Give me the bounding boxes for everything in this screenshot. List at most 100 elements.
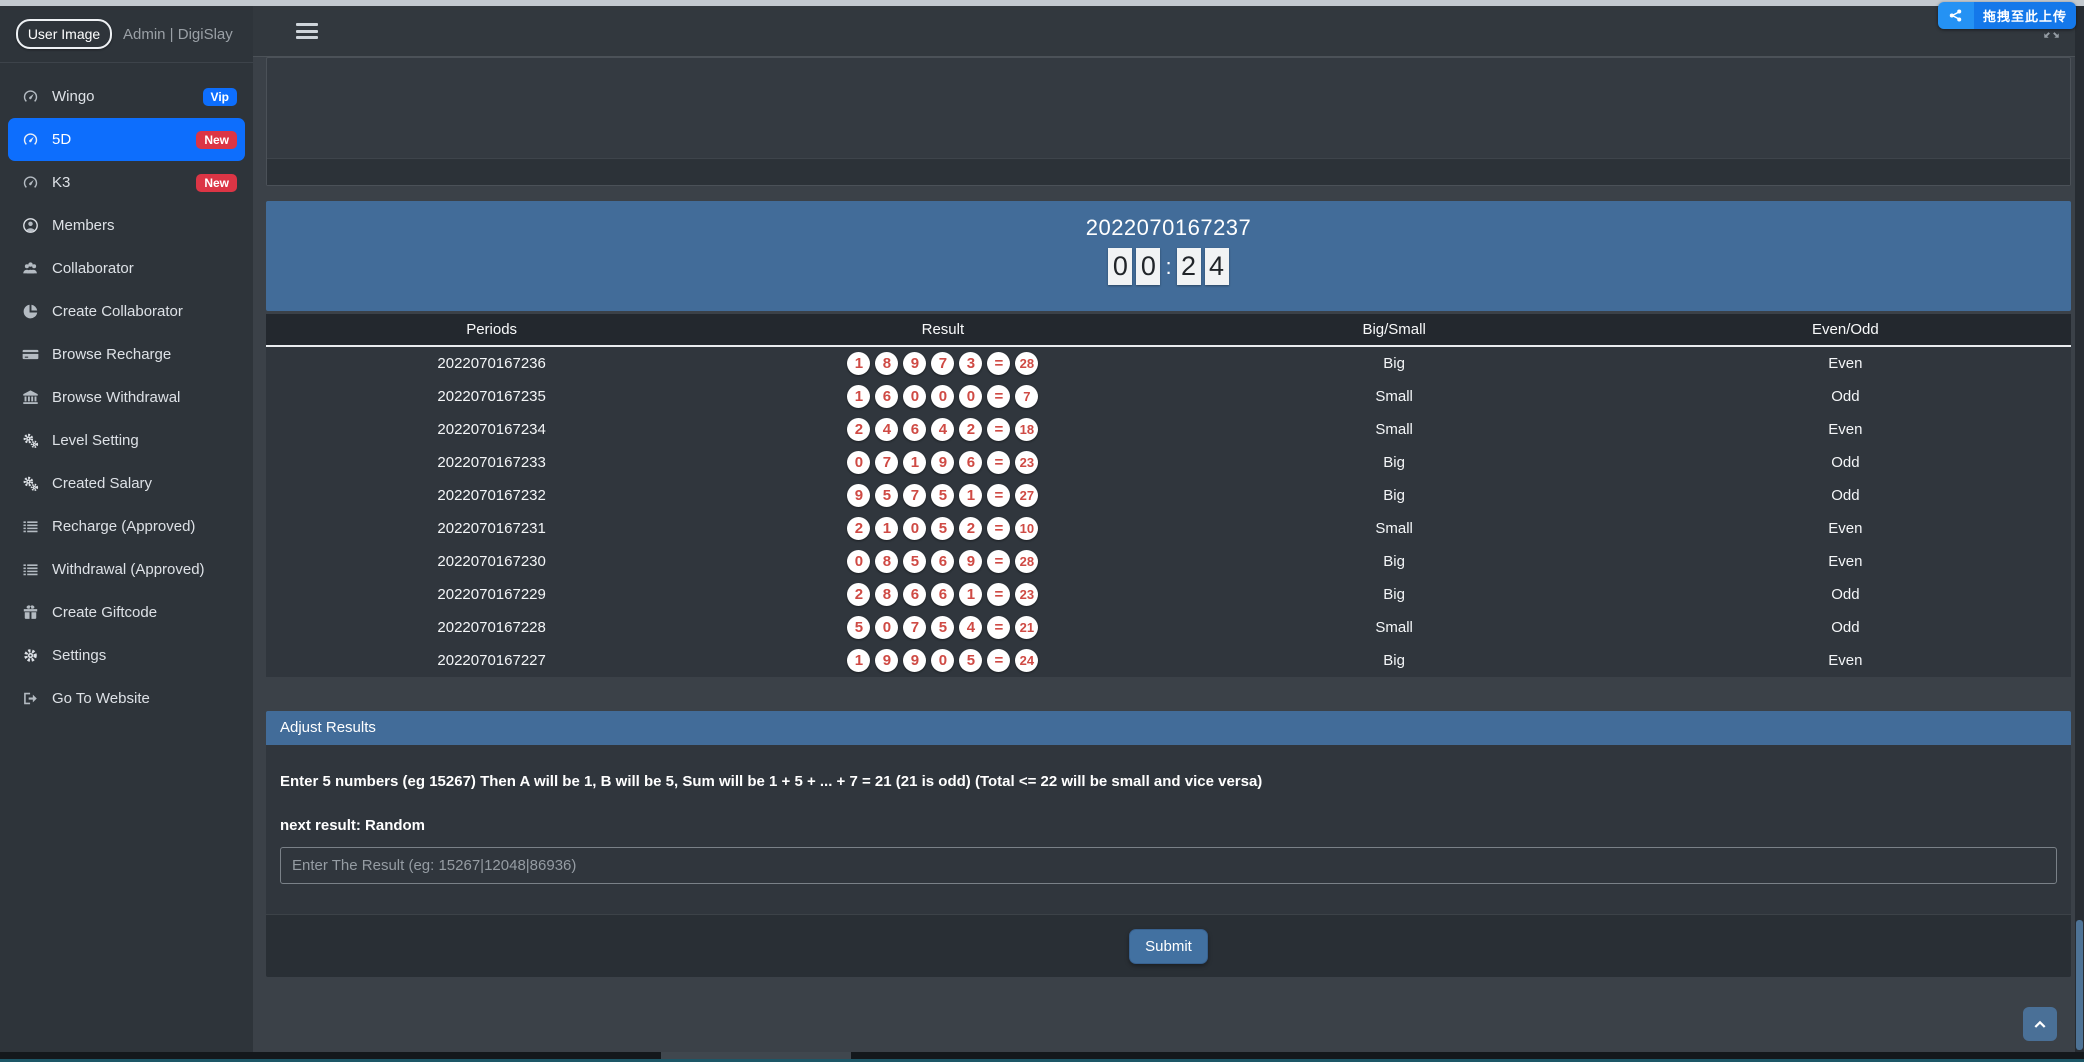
table-row: 2022070167234 2 4 6 4 2 = 18 Small Even [266, 413, 2071, 446]
horizontal-scrollbar-thumb[interactable] [661, 1052, 851, 1059]
result-ball: 9 [903, 649, 926, 672]
vertical-scrollbar[interactable] [2075, 6, 2084, 1052]
result-ball: 0 [959, 385, 982, 408]
sum-ball: 28 [1015, 550, 1038, 573]
cell-even-odd: Odd [1620, 586, 2071, 603]
cell-even-odd: Even [1620, 652, 2071, 669]
sidebar-item-go-to-website[interactable]: Go To Website [8, 677, 245, 720]
sidebar-item-k3[interactable]: K3 New [8, 161, 245, 204]
result-ball: 7 [903, 484, 926, 507]
cell-period: 2022070167233 [266, 454, 717, 471]
result-ball: 0 [847, 451, 870, 474]
table-row: 2022070167231 2 1 0 5 2 = 10 Small Even [266, 512, 2071, 545]
result-ball: 5 [847, 616, 870, 639]
result-ball: 0 [931, 385, 954, 408]
sidebar-item-members[interactable]: Members [8, 204, 245, 247]
sidebar: User Image Admin | DigiSlay Wingo Vip 5D… [0, 6, 253, 1052]
user-avatar-broken-image: User Image [16, 19, 112, 49]
result-ball: 3 [959, 352, 982, 375]
result-ball: 2 [959, 418, 982, 441]
sum-ball: 10 [1015, 517, 1038, 540]
cell-period: 2022070167230 [266, 553, 717, 570]
timer-digit: 0 [1108, 248, 1132, 285]
cell-period: 2022070167229 [266, 586, 717, 603]
result-ball: 8 [875, 352, 898, 375]
column-header: Periods [266, 321, 717, 338]
share-icon [1938, 2, 1974, 29]
result-ball: 8 [875, 583, 898, 606]
cell-even-odd: Even [1620, 421, 2071, 438]
result-ball: 1 [847, 352, 870, 375]
scroll-top-button[interactable] [2023, 1007, 2057, 1041]
results-table-header: Periods Result Big/Small Even/Odd [266, 314, 2071, 347]
cell-result: 1 6 0 0 0 = 7 [717, 385, 1168, 408]
sum-ball: 23 [1015, 451, 1038, 474]
cell-period: 2022070167228 [266, 619, 717, 636]
hamburger-menu-icon[interactable] [296, 23, 318, 39]
sidebar-item-settings[interactable]: Settings [8, 634, 245, 677]
sidebar-item-badge: New [196, 174, 237, 192]
result-ball: 5 [931, 616, 954, 639]
sidebar-item-5d[interactable]: 5D New [8, 118, 245, 161]
cell-result: 0 8 5 6 9 = 28 [717, 550, 1168, 573]
results-table: Periods Result Big/Small Even/Odd 202207… [266, 314, 2071, 677]
upload-drop-extension-button[interactable]: 拖拽至此上传 [1938, 2, 2076, 29]
table-row: 2022070167228 5 0 7 5 4 = 21 Small Odd [266, 611, 2071, 644]
admin-title: Admin | DigiSlay [123, 26, 233, 43]
sidebar-user-header: User Image Admin | DigiSlay [0, 6, 253, 63]
result-ball: 0 [903, 385, 926, 408]
vertical-scrollbar-thumb[interactable] [2076, 920, 2083, 1050]
sidebar-item-collaborator[interactable]: Collaborator [8, 247, 245, 290]
adjust-results-footer: Submit [266, 914, 2071, 977]
speedometer-icon [22, 131, 39, 148]
result-ball: 1 [903, 451, 926, 474]
result-ball: 0 [875, 616, 898, 639]
submit-button[interactable]: Submit [1129, 929, 1208, 964]
results-table-body: 2022070167236 1 8 9 7 3 = 28 Big Even [266, 347, 2071, 677]
speedometer-icon [22, 174, 39, 191]
sidebar-item-create-giftcode[interactable]: Create Giftcode [8, 591, 245, 634]
sidebar-item-create-collaborator[interactable]: Create Collaborator [8, 290, 245, 333]
gear-icon [22, 647, 39, 664]
sidebar-menu: Wingo Vip 5D New K3 New Members [0, 63, 253, 720]
sidebar-item-level-setting[interactable]: Level Setting [8, 419, 245, 462]
result-input[interactable] [280, 847, 2057, 884]
sidebar-item-label: Go To Website [52, 690, 237, 707]
sidebar-item-label: Level Setting [52, 432, 237, 449]
sidebar-item-browse-withdrawal[interactable]: Browse Withdrawal [8, 376, 245, 419]
sidebar-item-withdrawal-approved[interactable]: Withdrawal (Approved) [8, 548, 245, 591]
sidebar-item-recharge-approved[interactable]: Recharge (Approved) [8, 505, 245, 548]
cell-result: 2 8 6 6 1 = 23 [717, 583, 1168, 606]
cell-big-small: Small [1169, 520, 1620, 537]
result-ball: 1 [847, 649, 870, 672]
sidebar-item-created-salary[interactable]: Created Salary [8, 462, 245, 505]
table-row: 2022070167235 1 6 0 0 0 = 7 Small Odd [266, 380, 2071, 413]
adjust-results-title: Adjust Results [266, 711, 2071, 745]
equals-ball: = [987, 616, 1010, 639]
sidebar-item-browse-recharge[interactable]: Browse Recharge [8, 333, 245, 376]
sum-ball: 24 [1015, 649, 1038, 672]
horizontal-scrollbar[interactable] [0, 1052, 2084, 1062]
cell-big-small: Big [1169, 652, 1620, 669]
result-ball: 2 [847, 583, 870, 606]
column-header: Big/Small [1169, 321, 1620, 338]
cell-result: 9 5 7 5 1 = 27 [717, 484, 1168, 507]
result-ball: 0 [903, 517, 926, 540]
result-ball: 6 [931, 550, 954, 573]
timer-digit: 0 [1136, 248, 1160, 285]
main-content: 2022070167237 0 0 : 2 4 Periods Result B… [253, 57, 2084, 1052]
adjust-results-card: Adjust Results Enter 5 numbers (eg 15267… [266, 711, 2071, 977]
sum-ball: 27 [1015, 484, 1038, 507]
cell-even-odd: Odd [1620, 487, 2071, 504]
equals-ball: = [987, 550, 1010, 573]
result-ball: 0 [847, 550, 870, 573]
sidebar-item-wingo[interactable]: Wingo Vip [8, 75, 245, 118]
sum-ball: 28 [1015, 352, 1038, 375]
bank-icon [22, 389, 39, 406]
adjust-instruction: Enter 5 numbers (eg 15267) Then A will b… [280, 773, 2057, 790]
people-icon [22, 260, 39, 277]
result-ball: 2 [847, 517, 870, 540]
cell-even-odd: Even [1620, 355, 2071, 372]
table-row: 2022070167232 9 5 7 5 1 = 27 Big Odd [266, 479, 2071, 512]
equals-ball: = [987, 517, 1010, 540]
